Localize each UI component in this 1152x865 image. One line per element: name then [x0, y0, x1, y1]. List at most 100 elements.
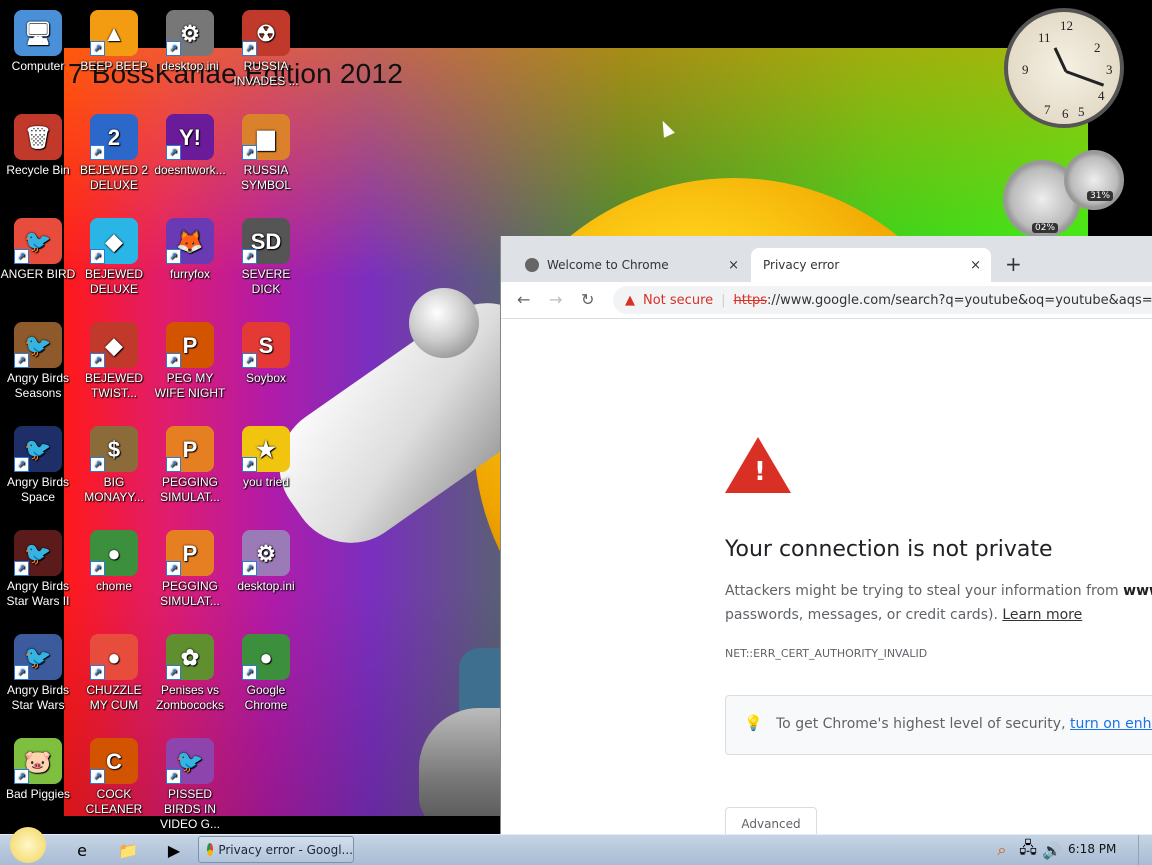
app-icon: SD ↗	[242, 218, 290, 264]
desktop-icon[interactable]: $ ↗ BIG MONAYY...	[76, 420, 152, 505]
search-icon[interactable]: ⌕	[992, 837, 1012, 863]
shortcut-arrow-icon: ↗	[90, 769, 105, 784]
desktop-icon[interactable]: ● ↗ Google Chrome	[228, 628, 304, 713]
desktop-icon[interactable]: SD ↗ SEVERE DICK	[228, 212, 304, 297]
media-player-icon[interactable]: ▶	[162, 837, 186, 863]
shortcut-arrow-icon: ↗	[14, 457, 29, 472]
memory-meter-gadget[interactable]: 31%	[1064, 150, 1124, 210]
desktop-icon-label: you tried	[242, 475, 290, 489]
desktop-icon[interactable]: 🖥 Computer	[0, 4, 76, 74]
shortcut-arrow-icon: ↗	[90, 249, 105, 264]
error-title: Your connection is not private	[725, 537, 1053, 562]
desktop-icon[interactable]: P ↗ PEGGING SIMULAT...	[152, 420, 228, 505]
app-icon: 🐦 ↗	[14, 530, 62, 576]
shortcut-arrow-icon: ↗	[242, 353, 257, 368]
desktop-icon[interactable]: ★ ↗ you tried	[228, 420, 304, 490]
advanced-button[interactable]: Advanced	[725, 807, 817, 834]
app-icon: 🐦 ↗	[166, 738, 214, 784]
network-icon[interactable]: 🖧	[1018, 837, 1038, 863]
desktop-icon[interactable]: 🐷 ↗ Bad Piggies	[0, 732, 76, 802]
taskbar-clock[interactable]: 6:18 PM	[1068, 842, 1116, 856]
desktop-icon[interactable]: ⚙ ↗ desktop.ini	[152, 4, 228, 74]
url-scheme: https	[733, 292, 767, 308]
shortcut-arrow-icon: ↗	[90, 353, 105, 368]
shortcut-arrow-icon: ↗	[14, 665, 29, 680]
desktop-icon[interactable]: ◆ ↗ BEJEWED DELUXE	[76, 212, 152, 297]
desktop-icon[interactable]: 🐦 ↗ ANGER BIRD	[0, 212, 76, 282]
app-icon: 🗑	[14, 114, 62, 160]
reload-icon[interactable]: ↻	[581, 290, 594, 309]
app-icon: $ ↗	[90, 426, 138, 472]
desktop-icon[interactable]: 🐦 ↗ Angry Birds Star Wars II	[0, 524, 76, 609]
desktop-icon[interactable]: ● ↗ chome	[76, 524, 152, 594]
shortcut-arrow-icon: ↗	[90, 561, 105, 576]
shortcut-arrow-icon: ↗	[166, 665, 181, 680]
not-secure-label[interactable]: Not secure	[643, 293, 713, 308]
address-bar[interactable]: ▲ Not secure | https ://www.google.com/s…	[613, 286, 1152, 314]
close-tab-icon[interactable]: ×	[970, 258, 981, 273]
back-arrow-icon[interactable]: ←	[517, 290, 530, 309]
taskbar: e 📁 ▶ Privacy error - Googl... ⌕ 🖧 🔊 6:1…	[0, 827, 1152, 865]
desktop-icon-label: BEJEWED 2 DELUXE	[79, 163, 148, 192]
desktop-icon[interactable]: S ↗ Soybox	[228, 316, 304, 386]
desktop-icon[interactable]: ✿ ↗ Penises vs Zombococks	[152, 628, 228, 713]
app-icon: ★ ↗	[242, 426, 290, 472]
app-icon: P ↗	[166, 530, 214, 576]
desktop-icon[interactable]: P ↗ PEGGING SIMULAT...	[152, 524, 228, 609]
desktop-icon[interactable]: 🦊 ↗ furryfox	[152, 212, 228, 282]
desktop-icon[interactable]: 🐦 ↗ PISSED BIRDS IN VIDEO G...	[152, 732, 228, 832]
desktop-icon[interactable]: ◆ ↗ BEJEWED TWIST...	[76, 316, 152, 401]
app-icon: 🐦 ↗	[14, 322, 62, 368]
app-icon: ◆ ↗	[90, 322, 138, 368]
taskbar-chrome-task[interactable]: Privacy error - Googl...	[198, 836, 354, 863]
tab-welcome[interactable]: Welcome to Chrome ×	[511, 248, 749, 282]
desktop-icon[interactable]: C ↗ COCK CLEANER	[76, 732, 152, 817]
desktop-icon-label: BEJEWED TWIST...	[84, 371, 143, 400]
desktop-icon[interactable]: ☢ ↗ RUSSIA INVADES ...	[228, 4, 304, 89]
start-button[interactable]	[8, 827, 48, 863]
desktop-icon[interactable]: ⚙ ↗ desktop.ini	[228, 524, 304, 594]
tab-label: Welcome to Chrome	[547, 258, 669, 272]
shortcut-arrow-icon: ↗	[166, 769, 181, 784]
forward-arrow-icon[interactable]: →	[549, 290, 562, 309]
start-orb-icon	[10, 827, 46, 863]
desktop-icon[interactable]: ▆ ↗ RUSSIA SYMBOL	[228, 108, 304, 193]
shortcut-arrow-icon: ↗	[242, 665, 257, 680]
volume-icon[interactable]: 🔊	[1042, 837, 1062, 863]
desktop-icon[interactable]: P ↗ PEG MY WIFE NIGHT	[152, 316, 228, 401]
show-desktop-button[interactable]	[1138, 835, 1152, 865]
new-tab-button[interactable]: +	[1005, 252, 1022, 276]
app-icon: Y! ↗	[166, 114, 214, 160]
desktop-icon[interactable]: 🐦 ↗ Angry Birds Star Wars	[0, 628, 76, 713]
desktop-icon-label: ANGER BIRD	[0, 267, 76, 281]
desktop-icon-label: Penises vs Zombococks	[155, 683, 225, 712]
app-icon: ● ↗	[90, 634, 138, 680]
enhanced-protection-link[interactable]: turn on enhanc	[1070, 716, 1152, 732]
shortcut-arrow-icon: ↗	[90, 457, 105, 472]
clock-minute-hand	[1065, 70, 1105, 87]
desktop-icon-label: PEGGING SIMULAT...	[160, 475, 220, 504]
desktop-icon[interactable]: 🗑 Recycle Bin	[0, 108, 76, 178]
desktop-icon[interactable]: 🐦 ↗ Angry Birds Seasons	[0, 316, 76, 401]
tab-privacy-error[interactable]: Privacy error ×	[751, 248, 991, 282]
file-explorer-icon[interactable]: 📁	[116, 837, 140, 863]
desktop-icon[interactable]: Y! ↗ doesntwork...	[152, 108, 228, 178]
desktop-icon[interactable]: ▲ ↗ BEEP BEEP	[76, 4, 152, 74]
desktop-icon-label: BEJEWED DELUXE	[84, 267, 143, 296]
desktop-icon[interactable]: 🐦 ↗ Angry Birds Space	[0, 420, 76, 505]
app-icon: P ↗	[166, 322, 214, 368]
app-icon: S ↗	[242, 322, 290, 368]
learn-more-link[interactable]: Learn more	[1002, 607, 1082, 623]
chrome-window[interactable]: Welcome to Chrome × Privacy error × + ← …	[500, 236, 1152, 834]
shortcut-arrow-icon: ↗	[242, 145, 257, 160]
desktop-icon-label: RUSSIA SYMBOL	[240, 163, 291, 192]
url-rest: ://www.google.com/search?q=youtube&oq=yo…	[766, 292, 1152, 308]
internet-explorer-icon[interactable]: e	[70, 837, 94, 863]
shortcut-arrow-icon: ↗	[242, 41, 257, 56]
desktop-icon[interactable]: ● ↗ CHUZZLE MY CUM	[76, 628, 152, 713]
close-tab-icon[interactable]: ×	[728, 258, 739, 273]
desktop-icon[interactable]: 2 ↗ BEJEWED 2 DELUXE	[76, 108, 152, 193]
desktop-icon-label: PEGGING SIMULAT...	[160, 579, 220, 608]
clock-gadget[interactable]: 12 2 3 4 5 6 7 9 11	[1004, 8, 1124, 128]
app-icon: 🐦 ↗	[14, 426, 62, 472]
